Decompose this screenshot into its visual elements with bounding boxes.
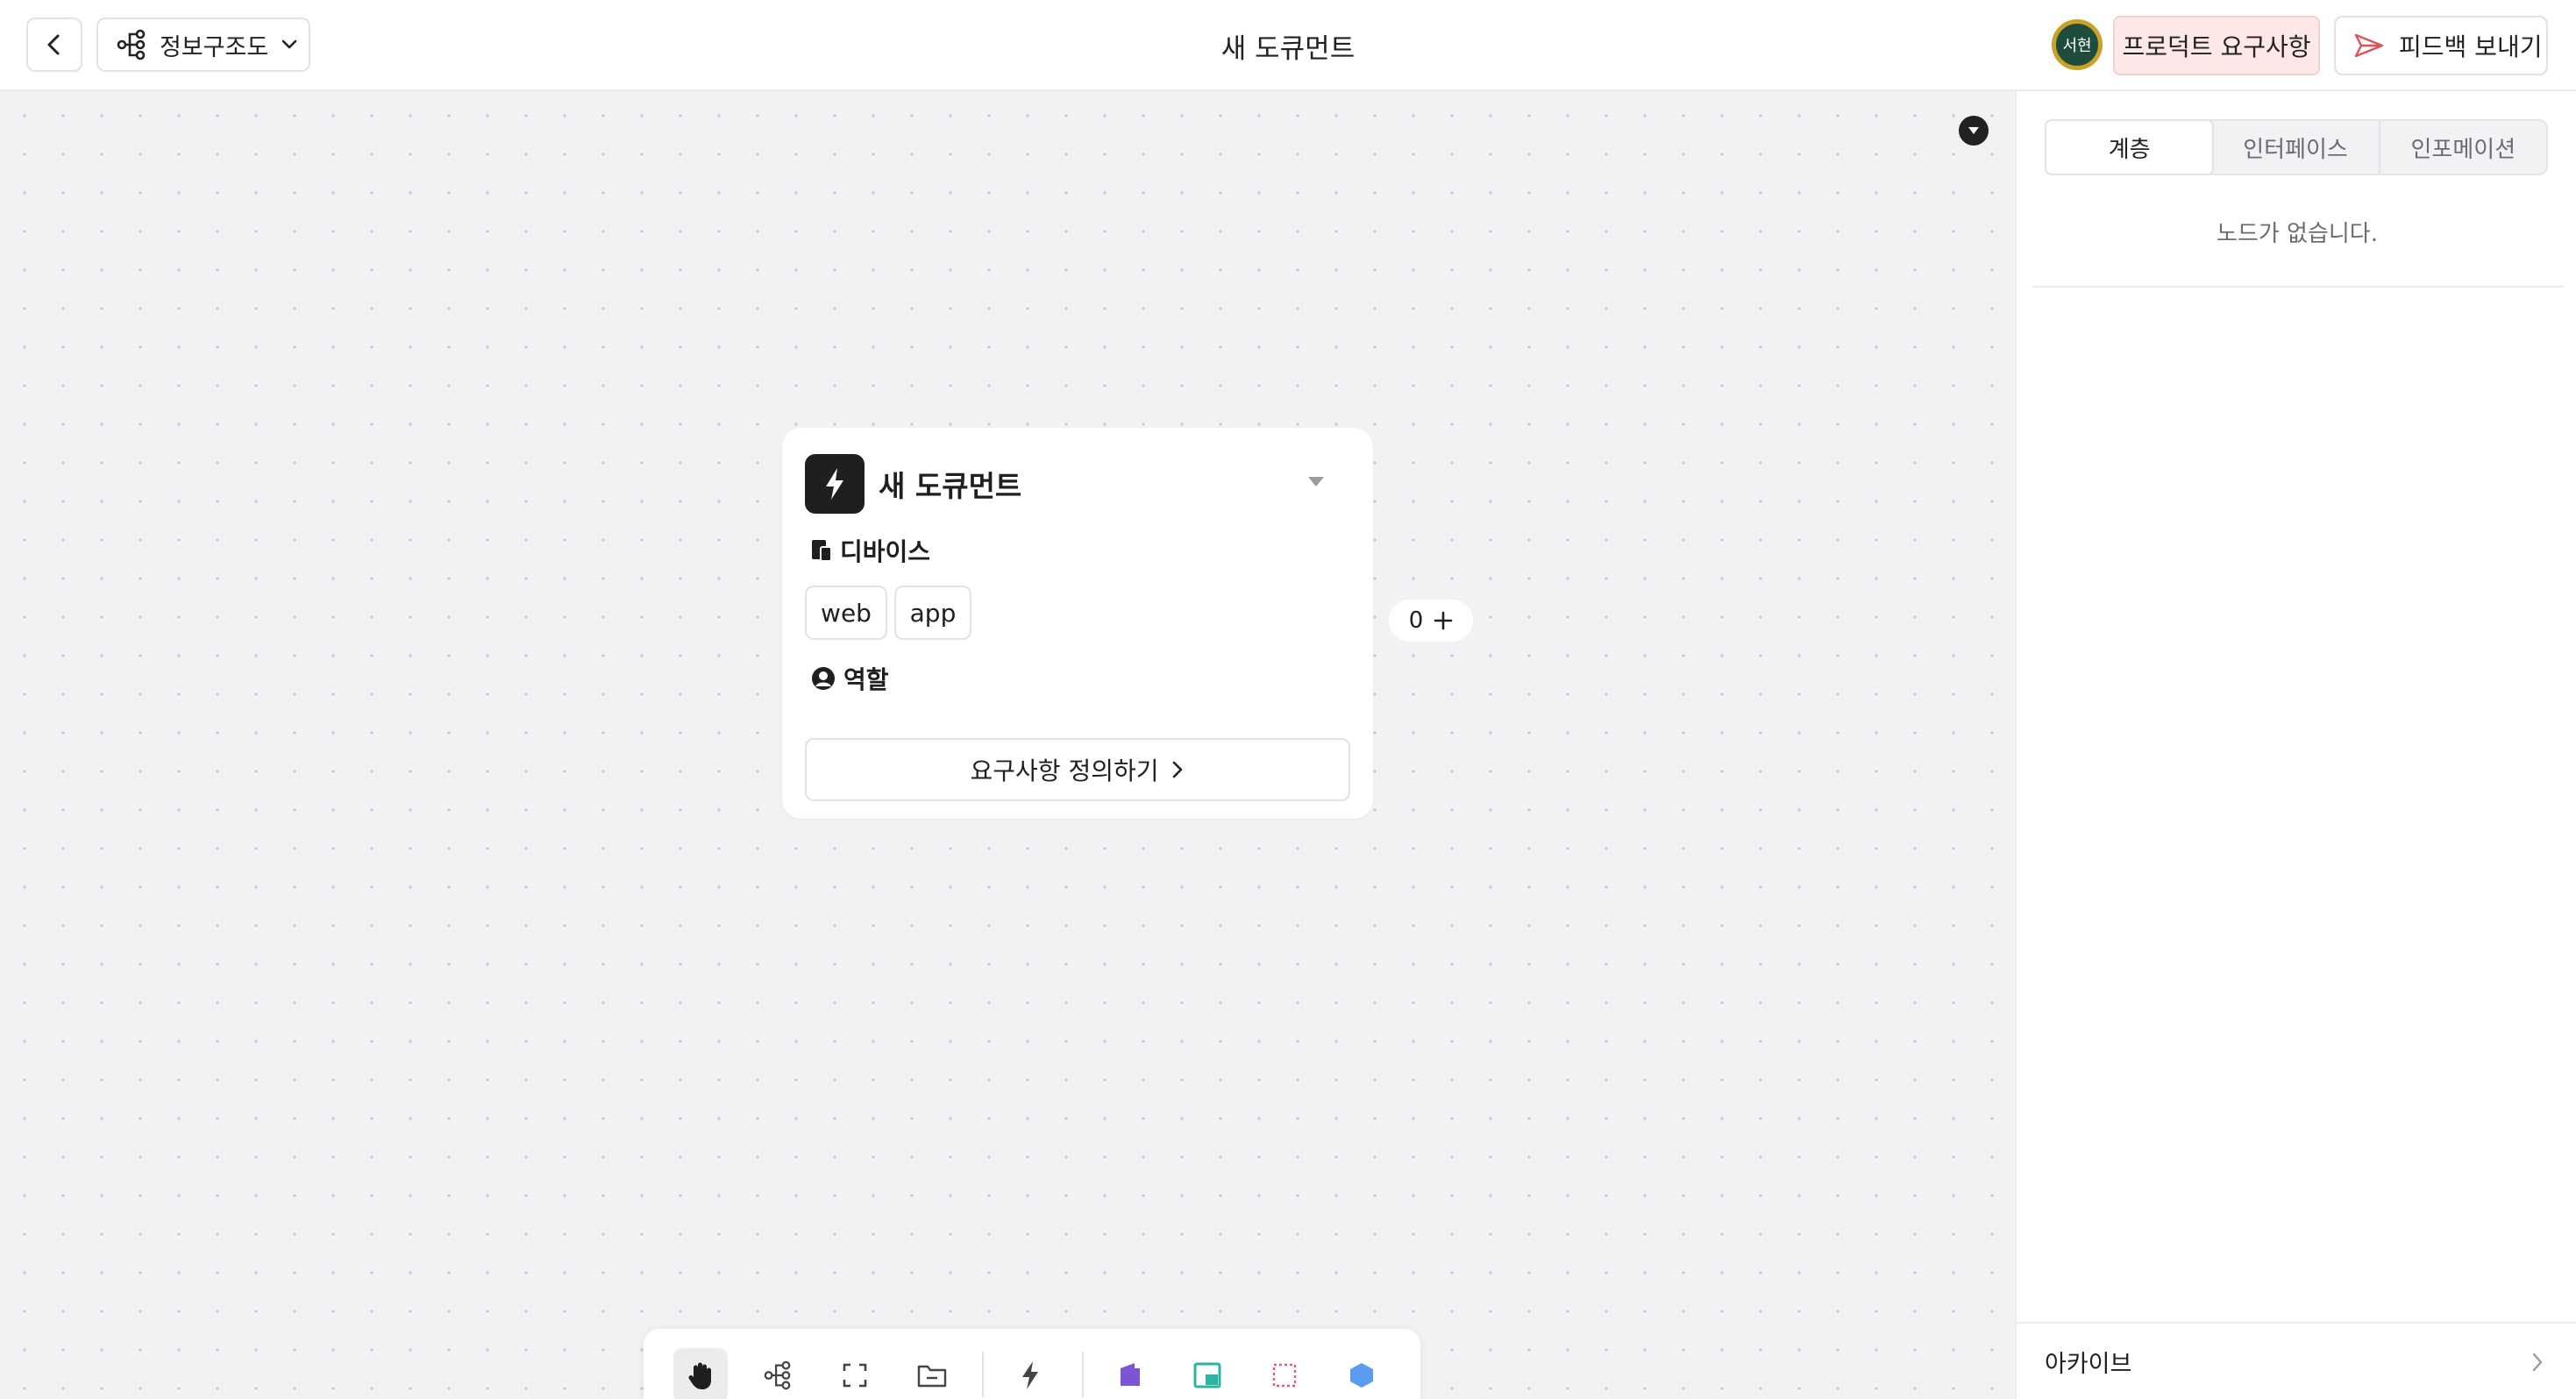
right-panel: 계층 인터페이스 인포메이션 노드가 없습니다. 아카이브	[2015, 91, 2576, 1399]
device-icon	[1121, 1363, 1140, 1386]
screen-icon	[1193, 1362, 1221, 1388]
top-bar: 정보구조도 새 도큐먼트 서현 프로덕트 요구사항 피드백 보내기	[0, 0, 2576, 91]
chevron-down-icon	[281, 39, 297, 49]
panel-divider	[2032, 286, 2564, 288]
tab-information[interactable]: 인포메이션	[2378, 121, 2546, 174]
tab-interface[interactable]: 인터페이스	[2212, 121, 2378, 174]
empty-nodes-message: 노드가 없습니다.	[2217, 221, 2378, 247]
role-label: 역할	[843, 665, 889, 694]
avatar[interactable]: 서현	[2052, 19, 2103, 70]
tree-icon	[117, 29, 146, 60]
role-section-label: 역할	[810, 661, 889, 696]
define-requirements-label: 요구사항 정의하기	[970, 756, 1159, 785]
tree-icon	[764, 1360, 791, 1390]
screen-tool[interactable]	[1180, 1348, 1235, 1399]
device-section-label: 디바이스	[810, 533, 930, 568]
send-feedback-label: 피드백 보내기	[2399, 32, 2543, 61]
chevron-left-icon	[47, 34, 60, 55]
define-requirements-button[interactable]: 요구사항 정의하기	[805, 738, 1350, 801]
node-bolt-icon	[805, 454, 865, 514]
component-tool[interactable]	[1334, 1348, 1389, 1399]
document-node[interactable]: 새 도큐먼트 디바이스 web app 역할 요구사항 정의하기	[782, 428, 1373, 819]
user-circle-icon	[812, 667, 835, 690]
chevron-right-icon	[1173, 761, 1183, 778]
device-chip-app[interactable]: app	[894, 586, 971, 640]
connection-count: 0	[1408, 607, 1424, 634]
folder-tool[interactable]	[905, 1348, 959, 1399]
caret-down-icon	[1968, 127, 1979, 134]
hand-tool[interactable]	[673, 1348, 728, 1399]
back-button[interactable]	[26, 18, 82, 72]
hand-icon	[688, 1362, 711, 1389]
node-expand-caret[interactable]	[1308, 477, 1324, 486]
device-chip-web[interactable]: web	[805, 586, 887, 640]
toolbar-divider	[982, 1352, 984, 1397]
chevron-right-icon	[2532, 1353, 2543, 1372]
canvas-collapse-toggle[interactable]	[1959, 116, 1989, 146]
bottom-toolbar	[644, 1329, 1420, 1399]
section-tool[interactable]	[1257, 1348, 1312, 1399]
frame-tool[interactable]	[828, 1348, 882, 1399]
view-selector[interactable]: 정보구조도	[96, 18, 310, 72]
view-selector-label: 정보구조도	[160, 33, 269, 61]
add-connection-button[interactable]: 0	[1389, 600, 1473, 642]
canvas[interactable]: 새 도큐먼트 디바이스 web app 역할 요구사항 정의하기 0	[0, 91, 2015, 1399]
node-title: 새 도큐먼트	[879, 469, 1022, 503]
tree-tool[interactable]	[751, 1348, 805, 1399]
folder-icon	[917, 1365, 947, 1388]
product-requirements-button[interactable]: 프로덕트 요구사항	[2113, 16, 2320, 75]
panel-tabs: 계층 인터페이스 인포메이션	[2045, 119, 2548, 175]
tab-hierarchy[interactable]: 계층	[2045, 119, 2215, 175]
send-icon	[2354, 33, 2384, 58]
section-icon	[1272, 1363, 1297, 1388]
device-tool[interactable]	[1103, 1348, 1157, 1399]
device-icon	[812, 540, 832, 562]
frame-icon	[843, 1363, 867, 1388]
send-feedback-button[interactable]: 피드백 보내기	[2334, 16, 2548, 75]
device-label: 디바이스	[840, 537, 931, 566]
archive-label: 아카이브	[2045, 1350, 2132, 1378]
plus-icon	[1434, 611, 1453, 630]
bolt-tool[interactable]	[1003, 1348, 1057, 1399]
component-icon	[1350, 1363, 1373, 1388]
toolbar-divider	[1082, 1352, 1084, 1397]
archive-row[interactable]: 아카이브	[2017, 1322, 2576, 1399]
bolt-icon	[1022, 1361, 1038, 1389]
